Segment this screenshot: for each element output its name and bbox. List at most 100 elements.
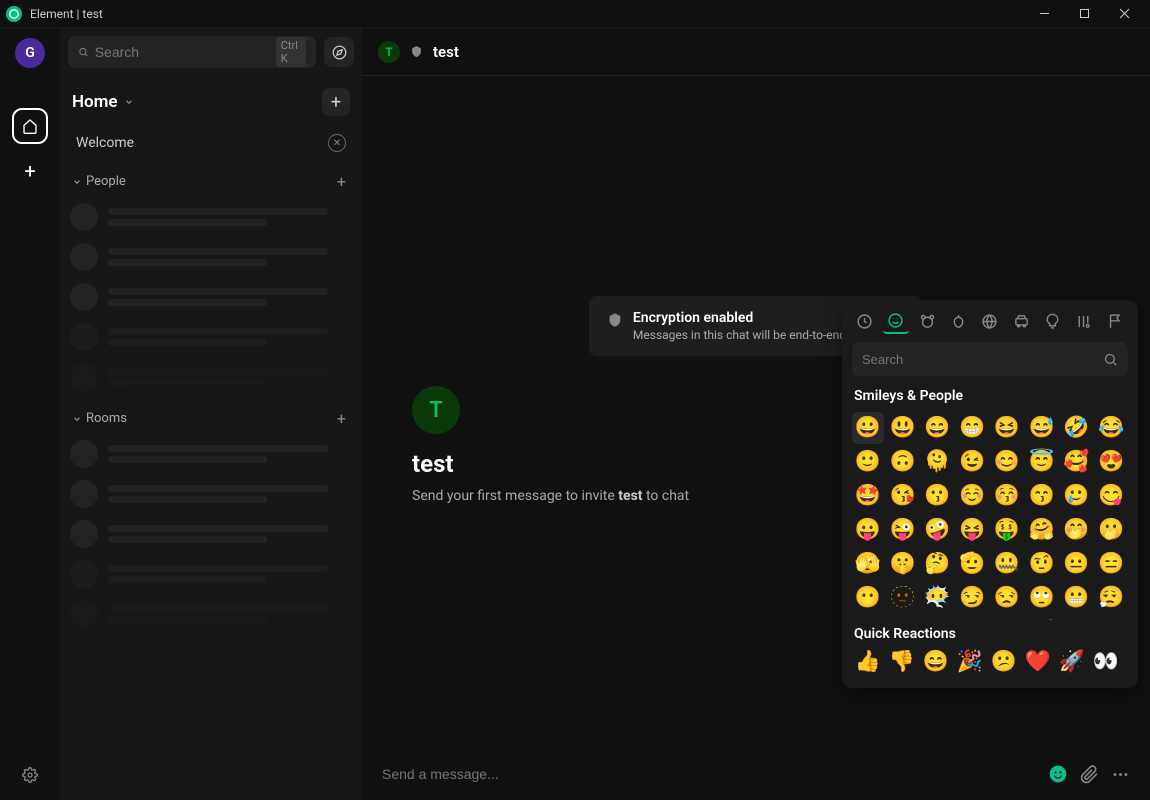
emoji-cell[interactable]: 😚 [991,480,1023,512]
welcome-label: Welcome [76,135,134,151]
quick-reaction-cell[interactable]: ❤️ [1022,646,1054,678]
emoji-cell[interactable]: 🥲 [1061,480,1093,512]
emoji-tab-symbols[interactable] [1071,308,1096,334]
chevron-down-icon [72,414,82,424]
emoji-cell[interactable]: 😁 [956,412,988,444]
emoji-cell[interactable]: 🤪 [922,514,954,546]
quick-reaction-cell[interactable]: 👀 [1090,646,1122,678]
emoji-cell[interactable]: 😗 [922,480,954,512]
emoji-cell[interactable]: 🤗 [1026,514,1058,546]
emoji-search-input[interactable] [862,352,1103,367]
list-item-placeholder [68,434,354,474]
attach-button[interactable] [1080,765,1099,784]
emoji-cell[interactable]: 😶 [852,582,884,614]
emoji-cell[interactable]: 🫠 [922,446,954,478]
sidebar: Ctrl K Home + Welcome ✕ People + [60,28,362,800]
emoji-cell[interactable]: 🤐 [991,548,1023,580]
emoji-cell[interactable]: 😙 [1026,480,1058,512]
emoji-cell[interactable]: 🙂 [852,446,884,478]
message-input[interactable] [382,766,1036,782]
search-input-wrapper[interactable]: Ctrl K [68,36,316,68]
search-input[interactable] [95,44,276,60]
emoji-cell[interactable]: 😶‍🌫️ [922,582,954,614]
emoji-tab-smileys[interactable] [883,308,908,334]
space-home-label[interactable]: Home [72,92,134,112]
room-avatar-large: T [412,386,460,434]
emoji-cell[interactable]: 🤑 [991,514,1023,546]
add-people-button[interactable]: + [333,172,350,191]
user-avatar[interactable]: G [15,38,45,68]
emoji-tab-objects[interactable] [1040,308,1065,334]
people-section-toggle[interactable]: People [72,174,126,189]
window-minimize-button[interactable] [1024,0,1064,28]
emoji-cell[interactable]: 🫢 [1095,514,1127,546]
emoji-cell[interactable]: 😄 [922,412,954,444]
quick-reaction-cell[interactable]: 👎 [886,646,918,678]
quick-reaction-cell[interactable]: 😕 [988,646,1020,678]
emoji-tab-flags[interactable] [1103,308,1128,334]
emoji-cell[interactable]: 🤣 [1061,412,1093,444]
quick-reaction-cell[interactable]: 🎉 [954,646,986,678]
emoji-cell[interactable]: 😮‍💨 [1095,582,1127,614]
emoji-cell[interactable]: 🤩 [852,480,884,512]
emoji-cell[interactable]: 😐 [1061,548,1093,580]
emoji-cell[interactable]: 😂 [1095,412,1127,444]
emoji-cell[interactable]: 😋 [1095,480,1127,512]
emoji-cell[interactable]: 😜 [887,514,919,546]
emoji-cell[interactable]: 😑 [1095,548,1127,580]
emoji-cell[interactable]: 😒 [991,582,1023,614]
emoji-cell[interactable]: 🙄 [1026,582,1058,614]
emoji-cell[interactable]: 😏 [956,582,988,614]
emoji-button[interactable] [1048,764,1068,784]
emoji-cell[interactable]: 😉 [956,446,988,478]
window-maximize-button[interactable] [1064,0,1104,28]
emoji-category-tabs [842,300,1138,334]
emoji-cell[interactable]: 🥰 [1061,446,1093,478]
emoji-cell[interactable]: 🤔 [922,548,954,580]
room-name[interactable]: test [433,43,459,61]
welcome-banner[interactable]: Welcome ✕ [68,126,354,160]
add-space-button[interactable]: + [15,156,45,186]
chevron-down-icon [72,177,82,187]
emoji-cell[interactable]: 😛 [852,514,884,546]
emoji-cell[interactable]: 🫥 [887,582,919,614]
emoji-tab-activity[interactable] [977,308,1002,334]
window-close-button[interactable] [1104,0,1144,28]
emoji-tab-food[interactable] [946,308,971,334]
rooms-section-toggle[interactable]: Rooms [72,411,127,426]
emoji-cell[interactable]: 😘 [887,480,919,512]
emoji-cell[interactable]: 😬 [1061,582,1093,614]
emoji-cell[interactable]: 😆 [991,412,1023,444]
quick-reaction-cell[interactable]: 😄 [920,646,952,678]
emoji-cell[interactable]: 😍 [1095,446,1127,478]
home-space-button[interactable] [12,108,48,144]
add-rooms-button[interactable]: + [333,409,350,428]
emoji-cell[interactable]: 😝 [956,514,988,546]
emoji-cell[interactable]: 🙃 [887,446,919,478]
list-item-placeholder [68,277,354,317]
list-item-placeholder [68,594,354,634]
emoji-cell[interactable]: 😊 [991,446,1023,478]
quick-reaction-cell[interactable]: 👍 [852,646,884,678]
explore-button[interactable] [324,37,354,67]
emoji-cell[interactable]: 🫣 [852,548,884,580]
emoji-tab-animals[interactable] [915,308,940,334]
quick-reaction-cell[interactable]: 🚀 [1056,646,1088,678]
room-avatar-small[interactable]: T [378,41,400,63]
emoji-cell[interactable]: 😇 [1026,446,1058,478]
emoji-tab-travel[interactable] [1009,308,1034,334]
emoji-cell[interactable]: 🫡 [956,548,988,580]
emoji-tab-recent[interactable] [852,308,877,334]
settings-button[interactable] [15,760,45,790]
emoji-cell[interactable]: 😀 [852,412,884,444]
emoji-cell[interactable]: ☺️ [956,480,988,512]
close-welcome-button[interactable]: ✕ [328,134,346,152]
emoji-cell[interactable]: 🤨 [1026,548,1058,580]
emoji-search-wrapper[interactable] [852,342,1128,376]
emoji-cell[interactable]: 😅 [1026,412,1058,444]
more-options-button[interactable] [1111,765,1130,784]
add-room-button[interactable]: + [322,88,350,116]
emoji-cell[interactable]: 🤭 [1061,514,1093,546]
emoji-cell[interactable]: 😃 [887,412,919,444]
emoji-cell[interactable]: 🤫 [887,548,919,580]
